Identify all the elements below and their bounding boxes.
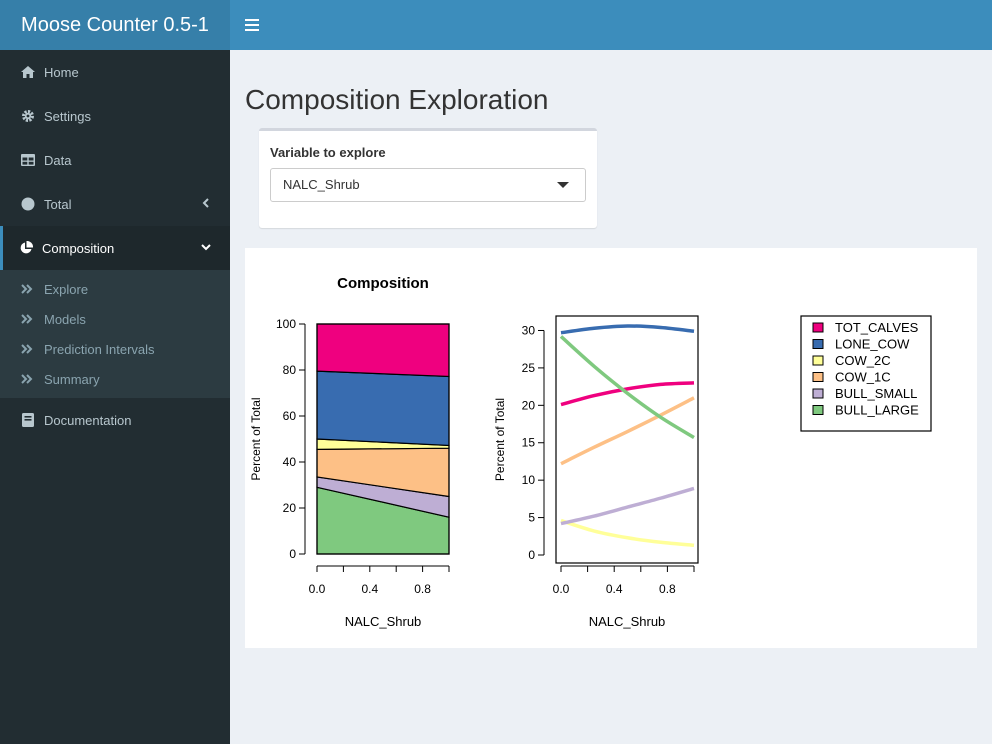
sidebar-toggle-button[interactable] [230,0,274,50]
sidebar-item-home[interactable]: Home [0,50,230,94]
sidebar-item-label: Documentation [44,412,132,428]
submenu-item-prediction-intervals[interactable]: Prediction Intervals [0,334,230,364]
chart2-y-tick-label: 25 [522,361,536,375]
chart2-y-tick-label: 20 [522,398,536,412]
chart2-y-tick-label: 15 [522,436,536,450]
sidebar-item-label: Total [44,196,72,212]
sidebar-item-composition[interactable]: Composition [0,226,230,270]
line-bull-large [559,335,695,439]
legend-swatch [812,388,824,399]
chart2-x-tick-label: 0.0 [553,582,570,596]
chart2-x-axis-label: NALC_Shrub [589,614,666,629]
submenu-item-label: Summary [44,371,100,387]
legend-swatch [812,355,824,366]
table-icon [20,152,36,168]
chart1-x-tick-label: 0.0 [309,582,326,596]
submenu-item-label: Prediction Intervals [44,341,155,357]
double-angle-right-icon [20,342,34,356]
chart1-title: Composition [337,275,429,292]
line-bull-small [560,486,695,526]
top-navbar: Moose Counter 0.5-1 [0,0,992,50]
chart1-x-axis-label: NALC_Shrub [345,614,422,629]
variable-selector-box: Variable to explore NALC_Shrub [259,128,597,228]
submenu-item-summary[interactable]: Summary [0,364,230,394]
plot-panel: Composition 0 20 40 60 80 100 Percent of Total 0… [245,248,977,648]
legend-label: TOT_CALVES [835,320,919,335]
legend-label: LONE_COW [835,337,910,352]
hamburger-icon [245,19,259,31]
variable-select[interactable]: NALC_Shrub [270,168,586,202]
legend-swatch [812,322,824,333]
chart1-y-tick-label: 80 [283,363,297,377]
chart2-y-axis-label: Percent of Total [493,398,507,481]
chart2-x-tick-label: 0.4 [606,582,623,596]
chart1-x-tick-label: 0.8 [414,582,431,596]
composition-plots: Composition020406080100Percent of Total0… [249,275,932,629]
area-band-lone-cow [316,370,450,447]
sidebar-item-label: Settings [44,108,91,124]
submenu-item-label: Explore [44,281,89,297]
home-icon [20,64,36,80]
legend-swatch [812,339,824,349]
chart1-y-tick-label: 40 [283,455,297,469]
area-band-tot-calves [316,323,450,378]
chart2-y-tick-label: 30 [522,323,536,337]
legend-swatch [812,405,824,415]
sidebar-item-data[interactable]: Data [0,138,230,182]
chart2-y-tick-label: 5 [528,511,535,525]
line-cow-1c [560,396,695,466]
sidebar-item-settings[interactable]: Settings [0,94,230,138]
sidebar: Home Settings Data Total Composition Exp… [0,50,230,744]
legend-label: COW_2C [835,353,891,368]
pie-chart-icon [18,240,34,256]
variable-select-value: NALC_Shrub [283,177,360,192]
line-cow-2c [560,518,695,548]
composition-submenu: Explore Models Prediction Intervals Summ… [0,270,230,398]
chart2-x-tick-label: 0.8 [659,582,676,596]
page-title: Composition Exploration [245,84,549,115]
book-icon [20,412,36,428]
variable-label: Variable to explore [270,145,386,160]
app-title[interactable]: Moose Counter 0.5-1 [0,0,230,50]
line-lone-cow [560,324,695,335]
chevron-left-icon [200,197,212,209]
sidebar-item-total[interactable]: Total [0,182,230,226]
gear-icon [20,108,36,124]
double-angle-right-icon [20,282,34,296]
sidebar-item-documentation[interactable]: Documentation [0,398,230,442]
chart1-y-tick-label: 20 [283,501,297,515]
sidebar-item-label: Home [44,64,79,80]
legend-label: COW_1C [835,370,891,385]
chart2-y-tick-label: 0 [528,548,535,562]
chart1-y-tick-label: 100 [276,317,296,331]
chart1-y-axis-label: Percent of Total [249,397,263,480]
legend-label: BULL_LARGE [835,403,919,418]
double-angle-right-icon [20,312,34,326]
chart1-y-tick-label: 60 [283,409,297,423]
sidebar-item-label: Composition [42,240,115,256]
caret-down-icon [557,182,569,188]
chart1-y-tick-label: 0 [289,547,296,561]
circle-icon [20,196,36,212]
legend-swatch [812,372,824,382]
legend-label: BULL_SMALL [835,386,917,401]
submenu-item-label: Models [44,311,86,327]
sidebar-item-label: Data [44,152,72,168]
chart1-x-tick-label: 0.4 [361,582,378,596]
submenu-item-explore[interactable]: Explore [0,274,230,304]
chart2-y-tick-label: 10 [522,473,536,487]
submenu-item-models[interactable]: Models [0,304,230,334]
double-angle-right-icon [20,372,34,386]
chevron-down-icon [200,241,212,253]
